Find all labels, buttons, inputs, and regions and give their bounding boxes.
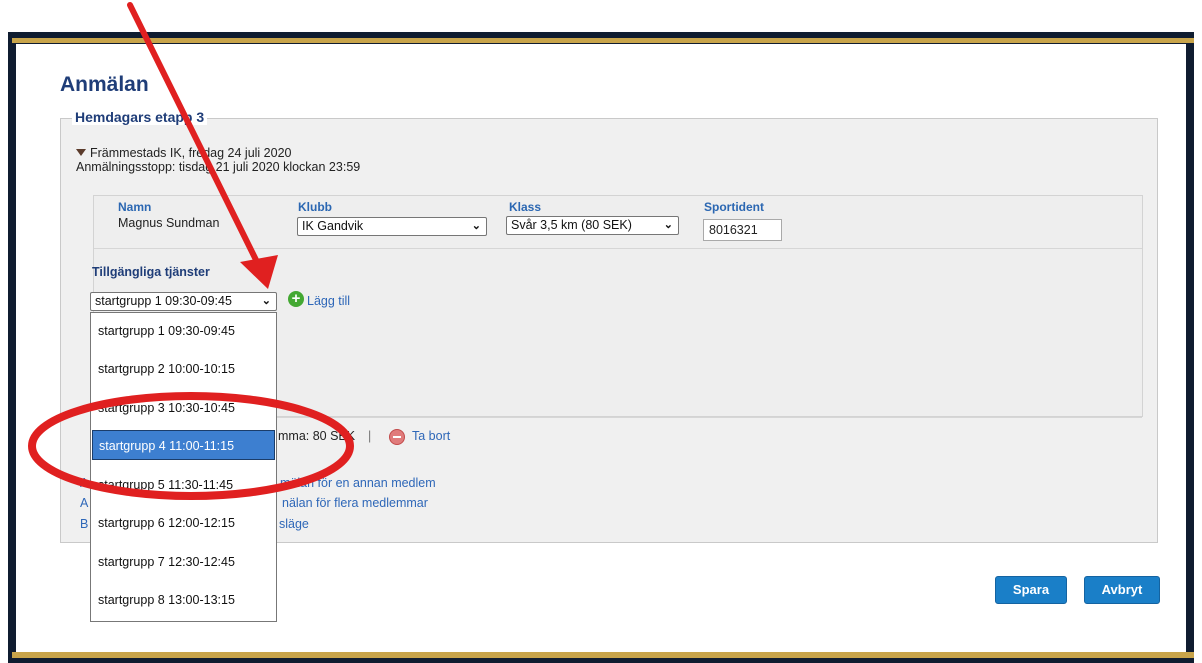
add-multiple-members-link[interactable]: nälan för flera medlemmar <box>282 496 428 510</box>
add-multiple-link-start[interactable]: A <box>80 496 88 510</box>
event-info: Främmestads IK, fredag 24 juli 2020 Anmä… <box>76 146 360 174</box>
remove-link[interactable]: Ta bort <box>412 429 450 443</box>
mode-link-start[interactable]: B <box>80 517 88 531</box>
dropdown-option[interactable]: startgrupp 5 11:30-11:45 <box>92 470 275 500</box>
member-name: Magnus Sundman <box>118 216 220 230</box>
class-select[interactable]: Svår 3,5 km (80 SEK) ⌄ <box>506 216 679 235</box>
services-select-value: startgrupp 1 09:30-09:45 <box>95 294 232 308</box>
dropdown-option[interactable]: startgrupp 7 12:30-12:45 <box>92 547 275 577</box>
add-service-link[interactable]: Lägg till <box>307 294 350 308</box>
dropdown-option[interactable]: startgrupp 8 13:00-13:15 <box>92 585 275 615</box>
collapse-triangle-icon[interactable] <box>76 149 86 156</box>
header-class: Klass <box>509 200 542 214</box>
organizer-row: Främmestads IK, fredag 24 juli 2020 <box>76 146 360 160</box>
header-club: Klubb <box>298 200 332 214</box>
add-icon[interactable]: + <box>288 291 304 307</box>
chevron-down-icon: ⌄ <box>261 295 271 307</box>
event-legend: Hemdagars etapp 3 <box>72 109 208 125</box>
organizer-line: Främmestads IK, fredag 24 juli 2020 <box>90 146 292 160</box>
chevron-down-icon: ⌄ <box>663 219 673 231</box>
header-sportident: Sportident <box>704 200 764 214</box>
gold-border-top <box>12 38 1194 43</box>
add-other-link-start[interactable]: A <box>80 476 88 490</box>
save-button[interactable]: Spara <box>995 576 1067 604</box>
add-other-member-link[interactable]: mälan för en annan medlem <box>280 476 436 490</box>
dropdown-option[interactable]: startgrupp 3 10:30-10:45 <box>92 393 275 423</box>
sportident-field[interactable]: 8016321 <box>703 219 782 241</box>
cancel-button[interactable]: Avbryt <box>1084 576 1160 604</box>
dropdown-option[interactable]: startgrupp 6 12:00-12:15 <box>92 508 275 538</box>
header-name: Namn <box>118 200 152 214</box>
club-select[interactable]: IK Gandvik ⌄ <box>297 217 487 236</box>
class-select-value: Svår 3,5 km (80 SEK) <box>511 218 632 232</box>
member-divider <box>94 248 1142 249</box>
summary-sum: mma: 80 SEK <box>278 429 356 443</box>
dropdown-option[interactable]: startgrupp 1 09:30-09:45 <box>92 316 275 346</box>
services-heading: Tillgängliga tjänster <box>92 265 210 279</box>
deadline-line: Anmälningsstopp: tisdag 21 juli 2020 klo… <box>76 160 361 174</box>
top-white-band <box>0 0 1202 32</box>
page-title: Anmälan <box>60 73 149 96</box>
club-select-value: IK Gandvik <box>302 219 364 233</box>
services-select[interactable]: startgrupp 1 09:30-09:45 ⌄ <box>90 292 277 311</box>
services-dropdown-list: startgrupp 1 09:30-09:45 startgrupp 2 10… <box>90 312 277 622</box>
dropdown-option[interactable]: startgrupp 2 10:00-10:15 <box>92 354 275 384</box>
remove-icon[interactable] <box>389 429 405 445</box>
chevron-down-icon: ⌄ <box>471 220 481 232</box>
summary-separator: | <box>368 429 372 443</box>
dropdown-option-highlighted[interactable]: startgrupp 4 11:00-11:15 <box>92 430 275 460</box>
gold-border-bottom <box>12 652 1194 658</box>
mode-link[interactable]: släge <box>279 517 309 531</box>
